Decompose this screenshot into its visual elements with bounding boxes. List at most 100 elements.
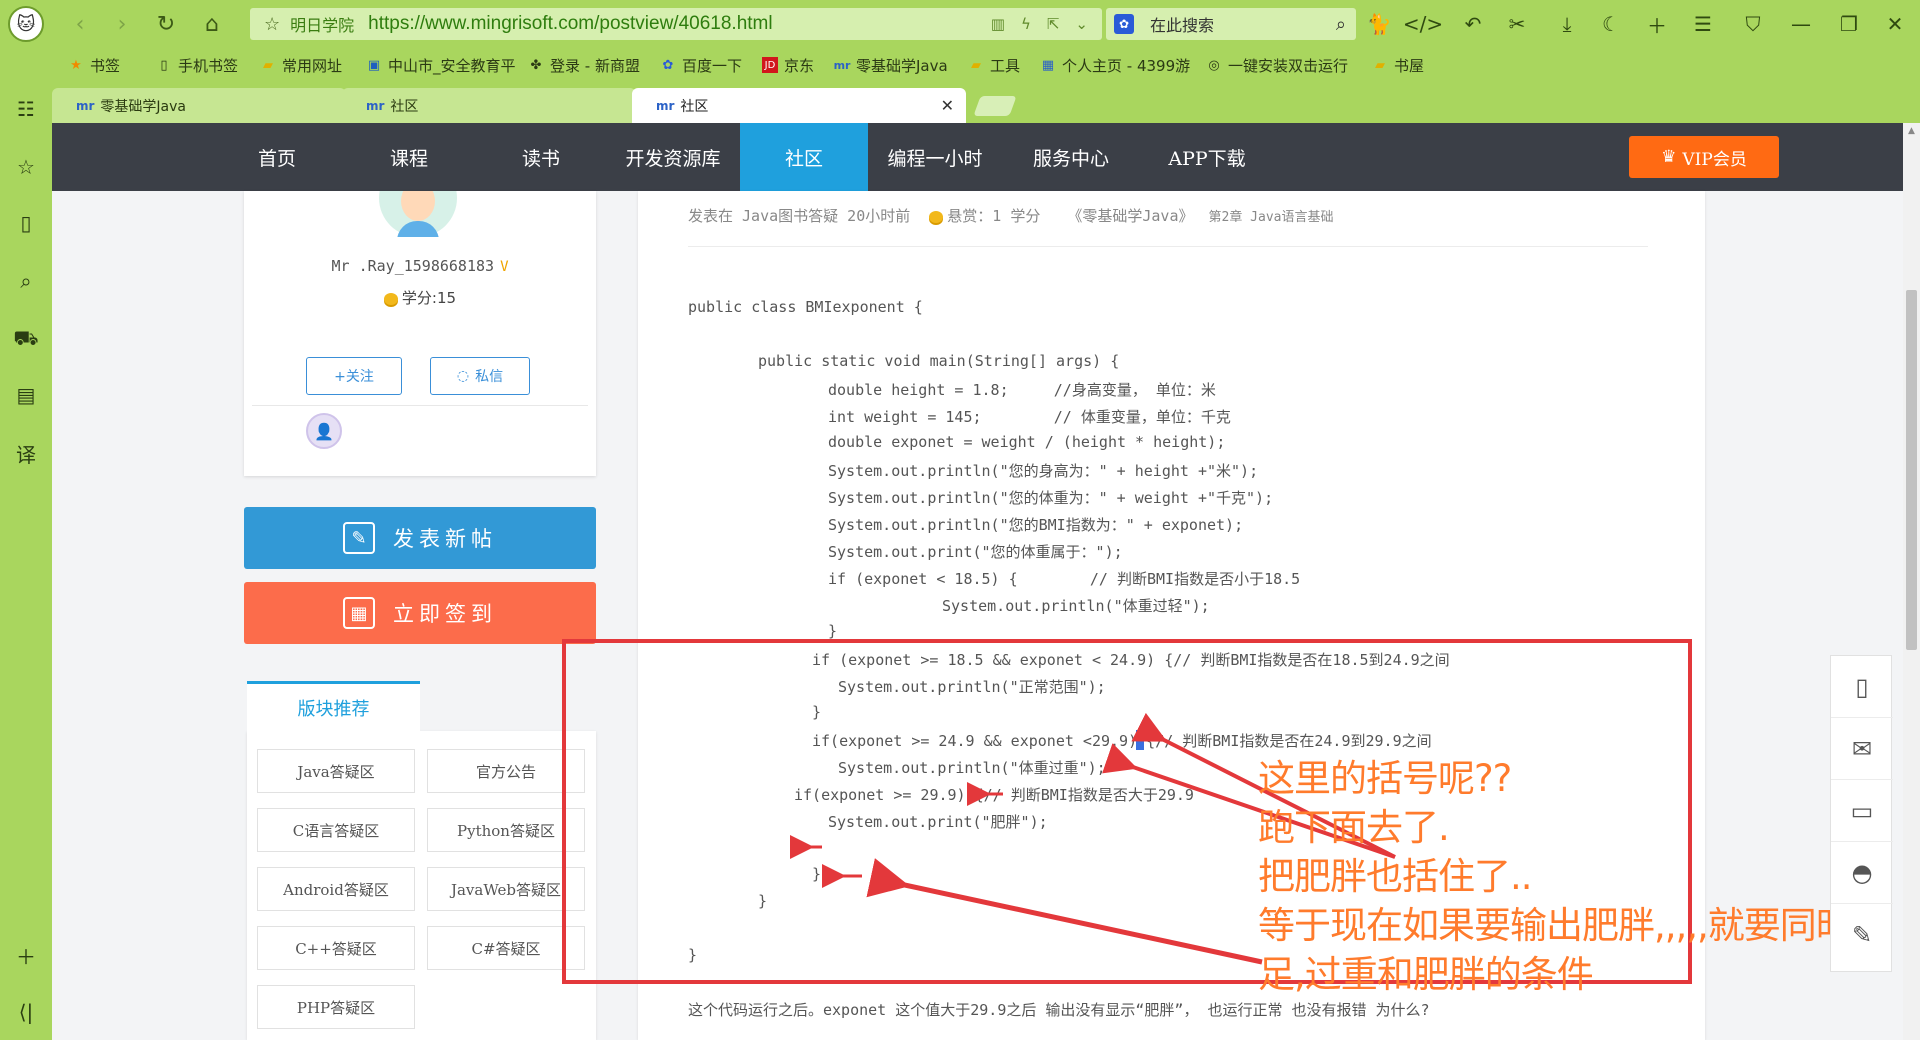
- bookmark-item[interactable]: ▰ 工具: [968, 54, 1020, 76]
- code-line: if (exponet < 18.5) { // 判断BMI指数是否小于18.5: [828, 570, 1301, 588]
- tab-java[interactable]: mr 零基础学Java: [52, 88, 346, 123]
- board-php[interactable]: PHP答疑区: [257, 985, 415, 1029]
- mr-icon: mr: [366, 98, 385, 113]
- star-icon[interactable]: ☆: [13, 154, 39, 180]
- profile-card: Mr .Ray_1598668183 V 学分:15 +关注 ◌ 私信 👤: [244, 191, 596, 476]
- board-android[interactable]: Android答疑区: [257, 867, 415, 911]
- sign-in-button[interactable]: ▦ 立即签到: [244, 582, 596, 644]
- new-post-button[interactable]: ✎ 发表新帖: [244, 507, 596, 569]
- bookmark-item[interactable]: mr 零基础学Java: [834, 54, 948, 76]
- bookmark-item[interactable]: ★ 书签: [68, 54, 120, 76]
- translate-icon[interactable]: 译: [13, 440, 39, 467]
- message-button[interactable]: ◌ 私信: [430, 357, 530, 395]
- globe-icon: ◎: [1208, 57, 1220, 73]
- nav-courses[interactable]: 课程: [354, 123, 464, 191]
- tab-strip: mr 零基础学Java mr 社区 mr 社区 ✕: [52, 88, 1920, 123]
- vip-button[interactable]: ♛ VIP会员: [1629, 136, 1779, 178]
- devtools-icon[interactable]: </>: [1403, 10, 1443, 38]
- browser-logo-icon[interactable]: 🐱: [8, 6, 44, 42]
- plus-icon[interactable]: ＋: [13, 942, 39, 969]
- mail-icon[interactable]: ✉: [1831, 718, 1893, 780]
- close-tab-icon[interactable]: ✕: [941, 96, 954, 115]
- bookmark-item[interactable]: ▣ 中山市_安全教育平: [366, 54, 516, 76]
- scroll-up-arrow-icon[interactable]: ▲: [1906, 126, 1917, 136]
- bookmark-item[interactable]: ◎ 一键安装双击运行: [1206, 54, 1348, 76]
- search-icon[interactable]: ⌕: [13, 268, 39, 294]
- nav-dev-resources[interactable]: 开发资源库: [608, 123, 738, 191]
- follow-button[interactable]: +关注: [306, 357, 402, 395]
- close-window-icon[interactable]: ✕: [1880, 10, 1910, 38]
- menu-icon[interactable]: ☰: [1688, 10, 1718, 38]
- refresh-icon[interactable]: ↻: [152, 10, 180, 38]
- tab-community-active[interactable]: mr 社区 ✕: [632, 88, 966, 123]
- post-meta: 发表在 Java图书答疑 20小时前 悬赏：1 学分 《零基础学Java》 第2…: [688, 207, 1334, 225]
- bookmark-item[interactable]: ▯ 手机书签: [156, 54, 238, 76]
- edit-icon[interactable]: ✎: [1831, 904, 1893, 966]
- bookmark-item[interactable]: ✤ 登录 - 新商盟: [528, 54, 640, 76]
- book-icon[interactable]: ▯: [13, 210, 39, 236]
- download-icon[interactable]: ⤓: [1552, 10, 1582, 38]
- shirt-icon[interactable]: ⛉: [1738, 10, 1768, 38]
- nav-home[interactable]: 首页: [222, 123, 332, 191]
- favorite-star-icon[interactable]: ☆: [264, 14, 280, 35]
- bookmark-item[interactable]: ▰ 常用网址: [260, 54, 342, 76]
- cart-icon[interactable]: ⛟: [13, 326, 39, 352]
- board-cpp[interactable]: C++答疑区: [257, 926, 415, 970]
- search-icon[interactable]: ⌕: [1336, 14, 1346, 35]
- nav-service[interactable]: 服务中心: [1008, 123, 1134, 191]
- tab-community[interactable]: mr 社区: [342, 88, 636, 123]
- bookmark-item[interactable]: ▦ 个人主页 - 4399游: [1040, 54, 1190, 76]
- news-icon[interactable]: ☷: [13, 96, 39, 122]
- chapter-link[interactable]: 第2章 Java语言基础: [1209, 210, 1334, 225]
- collapse-icon[interactable]: ⟨|: [13, 999, 39, 1025]
- paw-icon[interactable]: ✿: [1114, 14, 1134, 34]
- board-java[interactable]: Java答疑区: [257, 749, 415, 793]
- new-tab-button[interactable]: [973, 96, 1017, 116]
- text-cursor: [1136, 730, 1144, 750]
- nav-coding-hour[interactable]: 编程一小时: [870, 123, 1000, 191]
- phone-icon[interactable]: ▯: [1831, 656, 1893, 718]
- address-bar-tools: ▥ ϟ ⇱ ⌄: [991, 15, 1088, 33]
- star-icon: ★: [70, 57, 82, 73]
- username[interactable]: Mr .Ray_1598668183 V: [244, 257, 596, 275]
- night-mode-icon[interactable]: ☾: [1596, 10, 1626, 38]
- board-c[interactable]: C语言答疑区: [257, 808, 415, 852]
- bag-icon[interactable]: ▤: [13, 382, 39, 408]
- nav-reading[interactable]: 读书: [486, 123, 596, 191]
- reader-icon[interactable]: ▥: [991, 15, 1005, 33]
- boards-list: Java答疑区 官方公告 C语言答疑区 Python答疑区 Android答疑区…: [247, 731, 596, 1040]
- code-line: double height = 1.8; //身高变量， 单位：米: [828, 381, 1216, 399]
- nav-community[interactable]: 社区: [740, 123, 868, 191]
- cat-icon[interactable]: 🐈: [1364, 10, 1394, 38]
- qq-icon[interactable]: ◓: [1831, 842, 1893, 904]
- minimize-icon[interactable]: —: [1786, 10, 1816, 38]
- book-link[interactable]: 《零基础学Java》: [1067, 207, 1193, 225]
- address-bar[interactable]: ☆ 明日学院 https://www.mingrisoft.com/postvi…: [250, 8, 1102, 40]
- undo-icon[interactable]: ↶: [1458, 10, 1488, 38]
- restore-icon[interactable]: ❐: [1834, 10, 1864, 38]
- site-icon: ✤: [530, 57, 542, 73]
- back-icon[interactable]: ‹: [66, 10, 94, 38]
- share-icon[interactable]: ⇱: [1047, 15, 1060, 33]
- code-line: System.out.println("您的BMI指数为：" + exponet…: [828, 516, 1244, 534]
- follower-avatar[interactable]: 👤: [306, 413, 342, 449]
- dropdown-icon[interactable]: ⌄: [1075, 15, 1088, 33]
- boards-tab[interactable]: 版块推荐: [247, 681, 420, 731]
- bookmark-item[interactable]: ✿ 百度一下: [660, 54, 742, 76]
- url-text[interactable]: https://www.mingrisoft.com/postview/4061…: [368, 13, 772, 35]
- bookmark-item[interactable]: ▰ 书屋: [1372, 54, 1424, 76]
- home-icon[interactable]: ⌂: [198, 10, 226, 38]
- bookmark-item[interactable]: JD 京东: [762, 54, 814, 76]
- forward-icon[interactable]: ›: [108, 10, 136, 38]
- nav-app-download[interactable]: APP下载: [1144, 123, 1270, 191]
- chat-icon[interactable]: ▭: [1831, 780, 1893, 842]
- new-tab-plus-icon[interactable]: ＋: [1642, 10, 1672, 38]
- mr-icon: mr: [656, 98, 675, 113]
- avatar[interactable]: [379, 191, 457, 237]
- browser-search[interactable]: ✿ 在此搜索 ⌕: [1106, 8, 1356, 40]
- browser-sidebar: ☷ ☆ ▯ ⌕ ⛟ ▤ 译 ＋ ⟨|: [0, 82, 52, 1040]
- divider: [252, 405, 588, 406]
- lightning-icon[interactable]: ϟ: [1021, 15, 1031, 33]
- scissors-icon[interactable]: ✂: [1502, 10, 1532, 38]
- scrollbar-thumb[interactable]: [1906, 290, 1917, 650]
